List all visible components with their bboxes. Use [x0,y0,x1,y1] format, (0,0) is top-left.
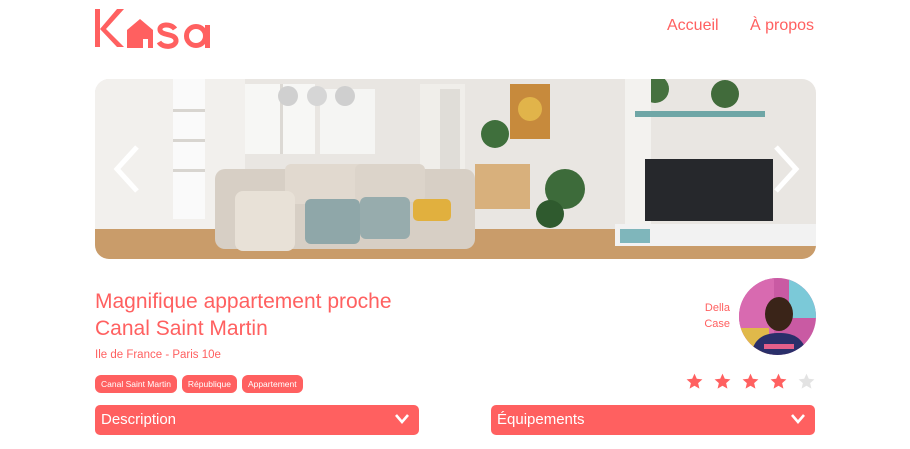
chevron-left-icon[interactable] [107,141,147,197]
apartment-photo [95,79,816,259]
listing-title-line2: Canal Saint Martin [95,317,268,340]
equipments-label: Équipements [497,411,585,428]
tag: République [181,375,237,393]
kasa-logo[interactable] [93,5,225,51]
host-name: Della Case [690,300,730,332]
nav-a-propos[interactable]: À propos [750,17,814,35]
star-icon [798,373,815,389]
photo-carousel [95,79,816,259]
header: Accueil À propos [0,0,910,60]
host-avatar [739,278,816,355]
star-icon [770,373,787,389]
description-label: Description [101,411,177,428]
chevron-down-icon[interactable] [394,413,410,425]
nav-accueil[interactable]: Accueil [667,17,719,35]
star-icon [714,373,731,389]
listing-title: Magnifique appartement proche Canal Sain… [95,288,515,342]
host-last-name: Case [704,318,730,330]
listing-title-line1: Magnifique appartement proche [95,290,392,313]
equipments-collapse[interactable]: Équipements [491,405,815,435]
tag: Appartement [241,375,303,393]
tag-list: Canal Saint Martin République Appartemen… [95,375,303,393]
host-first-name: Della [704,302,730,314]
star-icon [686,373,703,389]
tag: Canal Saint Martin [95,375,177,393]
chevron-right-icon[interactable] [766,141,806,197]
star-icon [742,373,759,389]
chevron-down-icon[interactable] [790,413,806,425]
rating-stars [685,372,816,391]
listing-location: Ile de France - Paris 10e [95,349,221,361]
description-collapse[interactable]: Description [95,405,419,435]
